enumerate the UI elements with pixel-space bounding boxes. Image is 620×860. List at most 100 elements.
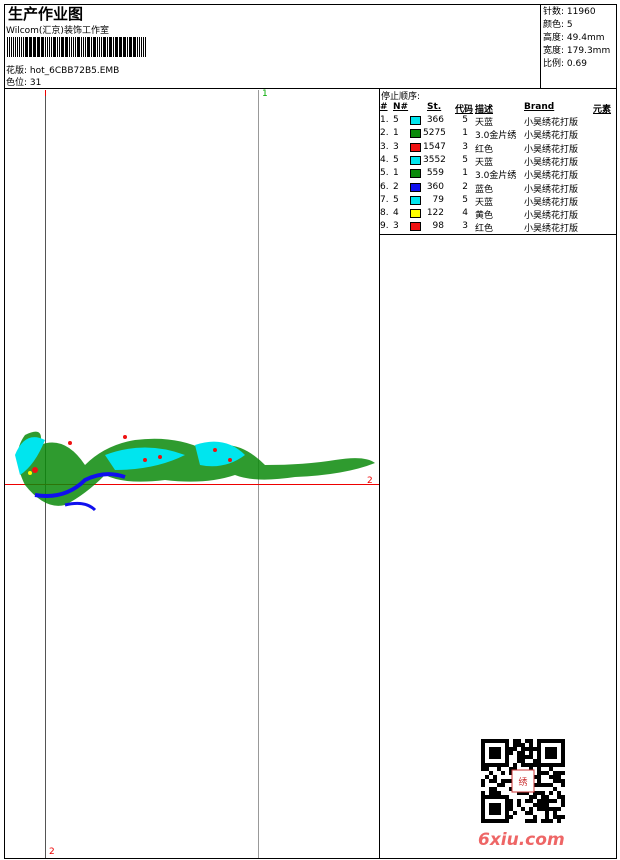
row-index: 7. — [380, 194, 389, 205]
barcode-bar — [101, 37, 102, 57]
barcode-bar — [139, 37, 140, 57]
table-row: 1. 5 366 5 天蓝 小昊绣花打版 — [379, 115, 617, 128]
stat-label: 高度: — [543, 33, 565, 43]
brand: 小昊绣花打版 — [524, 131, 579, 142]
barcode-bar — [7, 37, 8, 57]
needle-number: 5 — [393, 115, 399, 125]
needle-number: 4 — [393, 208, 399, 219]
barcode-bar — [141, 37, 142, 57]
stat-value: 5 — [566, 20, 573, 30]
stat-value: 0.69 — [566, 59, 587, 69]
color-description: 3.0金片绣 — [475, 171, 517, 182]
barcode-bar — [85, 37, 86, 57]
brand: 小昊绣花打版 — [524, 211, 579, 222]
barcode-bar — [97, 37, 98, 57]
stitch-count: 5275 — [423, 128, 446, 139]
design-canvas: 1 2 2 — [5, 89, 379, 858]
stat-value: 179.3mm — [566, 46, 611, 56]
brand: 小昊绣花打版 — [524, 118, 579, 128]
brand: 小昊绣花打版 — [524, 224, 579, 235]
barcode-bar — [99, 37, 100, 57]
column-header: 描述 — [475, 105, 494, 115]
stitch-count: 98 — [432, 221, 444, 232]
stat-row: 高度: 49.4mm — [543, 32, 617, 45]
barcode-bar — [49, 37, 50, 57]
stat-label: 颜色: — [543, 20, 565, 30]
barcode-bar — [91, 37, 92, 57]
color-code: 3 — [462, 141, 468, 152]
barcode-bar — [77, 37, 80, 57]
barcode-bar — [47, 37, 48, 57]
column-header: St. — [427, 102, 442, 112]
needle-number: 3 — [393, 221, 399, 232]
row-index: 2. — [380, 128, 389, 139]
barcode — [7, 37, 152, 57]
color-description: 蓝色 — [475, 184, 494, 195]
stat-row: 颜色: 5 — [543, 19, 617, 32]
color-description: 天蓝 — [475, 157, 494, 168]
color-description: 黄色 — [475, 211, 494, 222]
table-header: # N# St. 代码 描述 Brand 元素 — [379, 102, 617, 115]
table-row: 4. 5 3552 5 天蓝 小昊绣花打版 — [379, 155, 617, 168]
barcode-bar — [75, 37, 76, 57]
barcode-bar — [21, 37, 22, 57]
color-swatch — [410, 129, 421, 139]
stat-label: 针数: — [543, 7, 565, 17]
color-swatch — [410, 209, 421, 219]
color-swatch — [410, 155, 421, 165]
column-header: # — [380, 102, 388, 112]
stat-label: 宽度: — [543, 46, 565, 56]
stat-label: 比例: — [543, 59, 565, 69]
color-code: 4 — [462, 208, 468, 219]
barcode-bar — [9, 37, 10, 57]
brand: 小昊绣花打版 — [524, 171, 579, 182]
stitch-count: 122 — [426, 208, 444, 219]
table-row: 6. 2 360 2 蓝色 小昊绣花打版 — [379, 182, 617, 195]
row-index: 8. — [380, 208, 389, 219]
barcode-bar — [53, 37, 56, 57]
color-swatch — [410, 182, 421, 192]
table-row: 9. 3 98 3 红色 小昊绣花打版 — [379, 221, 617, 234]
svg-text:绣: 绣 — [518, 776, 527, 788]
barcode-bar — [87, 37, 90, 57]
color-description: 3.0金片绣 — [475, 131, 517, 142]
barcode-bar — [59, 37, 60, 57]
color-code: 1 — [462, 128, 468, 139]
barcode-bar — [23, 37, 24, 57]
needle-number: 1 — [393, 128, 399, 139]
row-index: 3. — [380, 141, 389, 152]
barcode-bar — [37, 37, 40, 57]
page-title: 生产作业图 — [8, 5, 84, 23]
barcode-bar — [133, 37, 136, 57]
color-code: 5 — [462, 115, 468, 125]
barcode-bar — [25, 37, 28, 57]
barcode-bar — [123, 37, 126, 57]
barcode-bar — [145, 37, 146, 57]
row-index: 6. — [380, 181, 389, 192]
stitch-count: 79 — [432, 194, 444, 205]
stitch-count: 559 — [426, 168, 444, 179]
barcode-bar — [143, 37, 144, 57]
stop-sequence-table: 停止顺序: # N# St. 代码 描述 Brand 元素 1. 5 366 5 天蓝 小昊绣… — [379, 89, 617, 235]
stat-row: 宽度: 179.3mm — [543, 45, 617, 58]
barcode-bar — [45, 37, 46, 57]
watermark: 6xiu.com — [478, 830, 565, 850]
barcode-bar — [51, 37, 52, 57]
barcode-bar — [71, 37, 72, 57]
brand: 小昊绣花打版 — [524, 144, 579, 155]
color-swatch — [410, 169, 421, 179]
needle-number: 5 — [393, 154, 399, 165]
column-header: 代码 — [455, 105, 474, 115]
barcode-bar — [129, 37, 132, 57]
stat-row: 针数: 11960 — [543, 6, 617, 19]
color-swatch — [410, 195, 421, 205]
brand: 小昊绣花打版 — [524, 157, 579, 168]
barcode-bar — [29, 37, 32, 57]
table-row: 8. 4 122 4 黄色 小昊绣花打版 — [379, 208, 617, 221]
column-header: Brand — [524, 102, 555, 112]
brand: 小昊绣花打版 — [524, 184, 579, 195]
table-row: 5. 1 559 1 3.0金片绣 小昊绣花打版 — [379, 168, 617, 181]
barcode-bar — [73, 37, 74, 57]
barcode-bar — [41, 37, 44, 57]
row-index: 4. — [380, 154, 389, 165]
